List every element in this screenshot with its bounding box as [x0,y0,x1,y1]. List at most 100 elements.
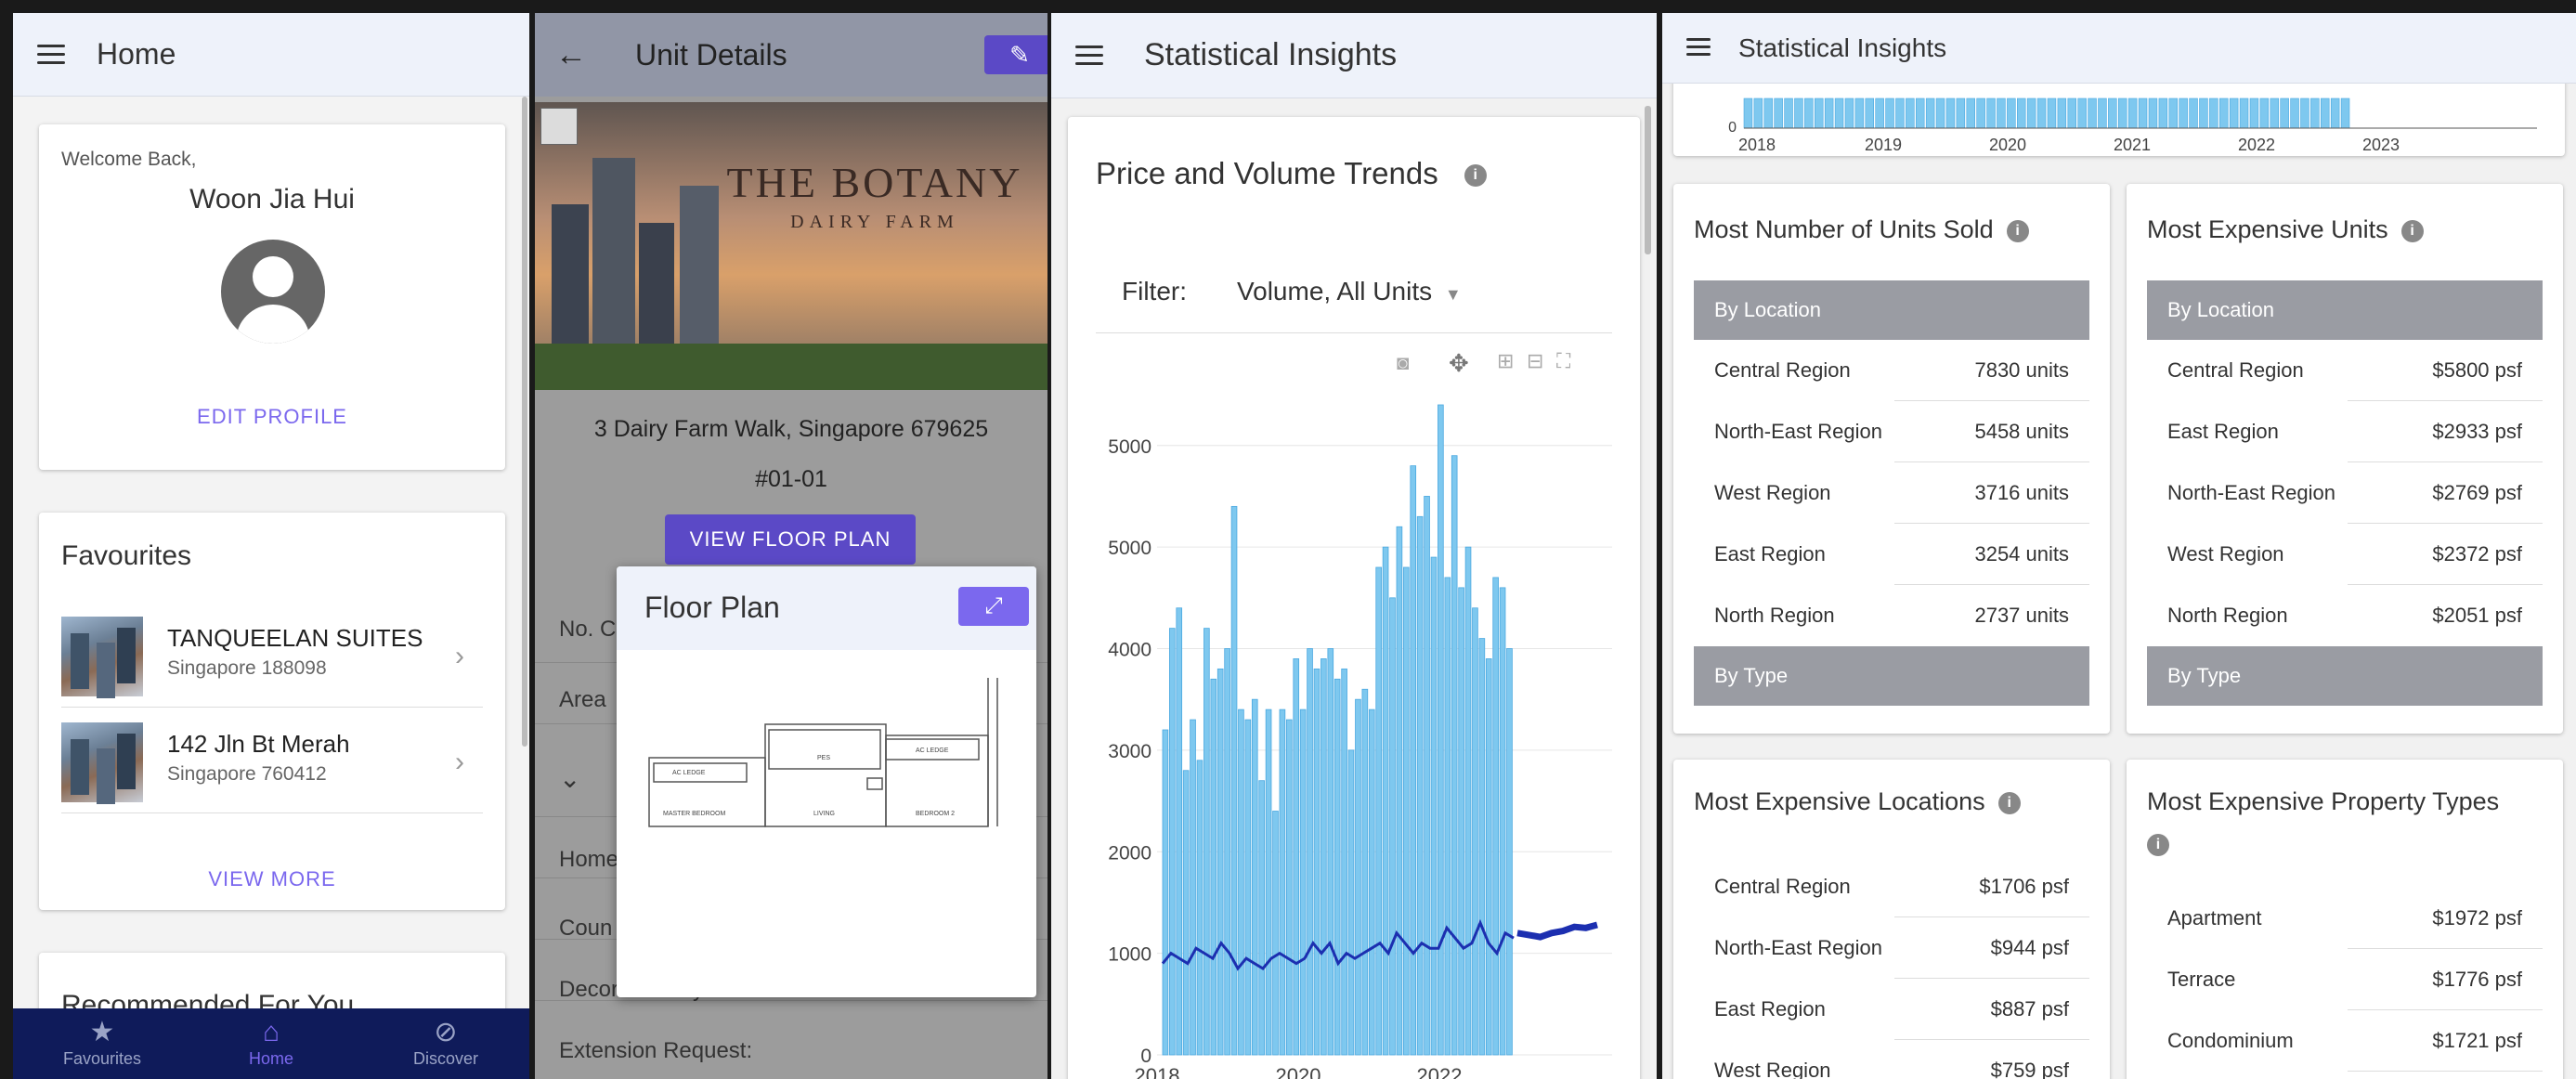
volume-bar [2218,98,2229,129]
volume-bar [2007,98,2016,129]
nav-discover[interactable]: ⊘ Discover [381,1016,511,1069]
stats-chart-screen: Statistical Insights Price and Volume Tr… [1051,13,1657,1079]
page-title: Unit Details [635,37,787,72]
volume-bar [2179,98,2188,129]
x-tick-label: 2022 [2238,136,2275,154]
volume-bar [1804,98,1814,129]
scrollbar[interactable] [1645,106,1651,254]
fullscreen-button[interactable]: ⤢ [958,587,1029,626]
x-tick-label: 2019 [1865,136,1902,154]
volume-bar [1389,597,1396,1056]
volume-bar [1238,708,1244,1056]
view-floor-plan-button[interactable]: VIEW FLOOR PLAN [665,514,916,565]
x-tick-label: 2023 [2362,136,2400,154]
plan-label: LIVING [813,811,835,817]
x-tick-label: 2018 [1738,136,1776,154]
favourite-item[interactable]: 142 Jln Bt Merah Singapore 760412 › [61,711,483,813]
volume-bar [1396,526,1403,1056]
brand-title: THE BOTANY [726,159,1023,206]
table-row: East Region $887 psf [1694,979,2089,1040]
favourites-card: Favourites TANQUEELAN SUITES Singapore 1… [39,513,505,910]
bottom-navigation: ★ Favourites ⌂ Home ⊘ Discover [13,1008,529,1079]
menu-icon[interactable] [1686,37,1711,58]
menu-icon[interactable] [37,44,65,65]
table-row: Apartment $1972 psf [2147,888,2543,949]
info-icon[interactable]: i [2006,219,2029,242]
menu-icon[interactable] [1075,45,1103,66]
info-icon[interactable]: i [1464,164,1487,188]
chevron-right-icon: › [455,747,464,777]
chart-title: Price and Volume Trends i [1096,156,1487,191]
volume-bar [1169,628,1176,1056]
star-icon: ★ [89,1017,115,1047]
edit-button[interactable]: ✎ [984,35,1047,74]
plan-label: PES [817,755,830,761]
x-tick-label: 2021 [2114,136,2151,154]
volume-bar [1272,811,1279,1056]
nav-favourites[interactable]: ★ Favourites [37,1016,167,1069]
volume-bar [1224,648,1230,1056]
camera-icon[interactable]: ◙ [1397,351,1409,375]
card-title: Most Expensive Units i [2147,215,2424,244]
volume-bar [1976,98,1985,129]
volume-bar [2249,98,2259,129]
stats-tables-screen: 0 2018 2019 2020 2021 2022 2023 Statistical In… [1662,13,2576,1079]
property-thumbnail [61,722,143,802]
chart-card: Price and Volume Trends i Filter: Volume,… [1068,117,1640,1079]
volume-bar [1176,607,1183,1056]
volume-bar [1485,658,1492,1056]
edit-profile-link[interactable]: EDIT PROFILE [39,405,505,429]
table-row: Central Region 7830 units [1694,340,2089,401]
volume-bar [1935,98,1945,129]
volume-bar [1915,98,1925,129]
x-tick-label: 2018 [1135,1064,1180,1079]
volume-bar [1375,566,1382,1056]
volume-bar [2310,98,2320,129]
zoom-in-icon[interactable]: ⊞ [1497,349,1514,373]
card-title: Most Expensive Locations i [1694,787,2021,816]
volume-bar [2330,98,2340,129]
zoom-out-icon[interactable]: ⊟ [1527,349,1543,373]
favourite-item[interactable]: TANQUEELAN SUITES Singapore 188098 › [61,605,483,708]
volume-bar [1763,98,1774,129]
floor-plan-drawing: AC LEDGE PES AC LEDGE MASTER BEDROOM LIV… [648,678,998,827]
volume-bar [1244,719,1252,1056]
x-tick-label: 2020 [1276,1064,1321,1079]
expensive-units-card: Most Expensive Units i By Location Centra… [2127,184,2563,734]
volume-bar [2026,98,2036,129]
volume-bar [1321,658,1327,1056]
volume-bar [1784,98,1793,129]
volume-bar [1203,628,1210,1056]
filter-select[interactable]: Volume, All Units ▼ [1237,277,1462,306]
volume-bar [2127,98,2138,129]
table-row: West Region 3716 units [1694,462,2089,524]
pan-icon[interactable]: ✥ [1449,349,1469,378]
volume-bar [2036,98,2047,129]
info-icon[interactable]: i [2147,834,2169,856]
section-header: By Location [1694,280,2089,340]
scrollbar[interactable] [522,97,527,747]
favourite-address: Singapore 760412 [167,763,327,785]
back-arrow-icon[interactable]: ← [555,37,587,73]
table-row: Terrace $1776 psf [2147,949,2543,1010]
volume-bar [1464,546,1472,1056]
section-header: By Location [2147,280,2543,340]
volume-bar [1865,98,1875,129]
volume-bar [2259,98,2270,129]
info-icon[interactable]: i [2400,219,2424,242]
volume-bar [1444,577,1451,1056]
view-more-link[interactable]: VIEW MORE [39,867,505,891]
volume-bar [2270,98,2279,129]
volume-bar [2047,98,2057,129]
volume-bar [2098,98,2107,129]
volume-bar [2300,98,2309,129]
property-thumbnail [61,617,143,696]
y-tick-label: 1000 [1108,944,1151,966]
nav-home[interactable]: ⌂ Home [206,1016,336,1069]
info-icon[interactable]: i [1997,791,2021,814]
volume-bar [2057,98,2067,129]
volume-bar [1410,465,1417,1056]
profile-card: Welcome Back, Woon Jia Hui EDIT PROFILE [39,124,505,470]
table-row: Central Region $5800 psf [2147,340,2543,401]
reset-axes-icon[interactable]: ⛶ [1556,349,1570,373]
